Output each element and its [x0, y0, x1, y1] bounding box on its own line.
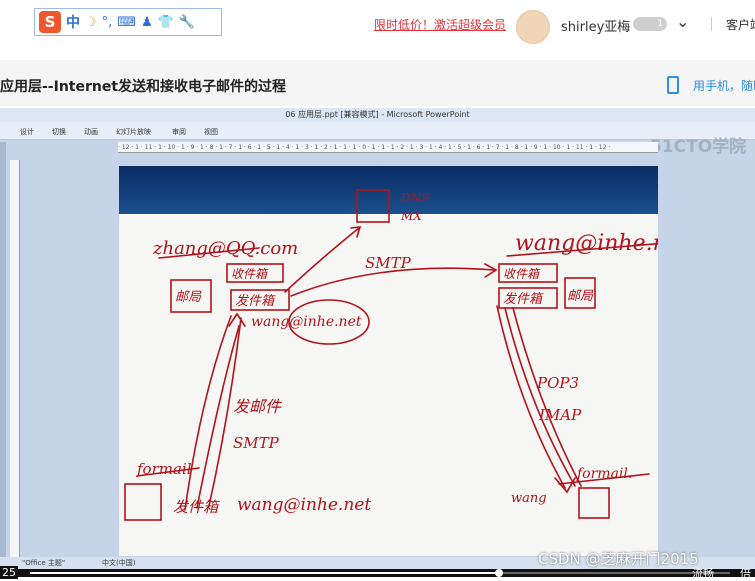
wang-right: wang	[511, 491, 547, 506]
tab-slideshow: 幻灯片放映	[116, 128, 151, 136]
tab-animations: 动画	[84, 128, 98, 136]
site-watermark: 51CTO学院	[650, 137, 747, 157]
email-left: zhang@QQ.com	[152, 238, 298, 259]
shirt-icon[interactable]: 👕	[158, 15, 174, 30]
user-right-box	[578, 487, 610, 519]
video-player[interactable]: 06 应用层.ppt [兼容模式] - Microsoft PowerPoint…	[0, 108, 755, 580]
speed-button[interactable]: 倍	[740, 565, 751, 581]
slide-canvas: DNS MX zhang@QQ.com 收件箱 发件箱 邮局 wang@inhe…	[119, 166, 658, 556]
dns-box	[356, 189, 390, 223]
horizontal-ruler: · 12 · 1 · 11 · 1 · 10 · 1 · 9 · 1 · 8 ·…	[118, 142, 658, 153]
mobile-link[interactable]: 用手机，随时	[693, 77, 755, 94]
dns-label: DNS	[400, 191, 429, 205]
phone-icon[interactable]	[667, 76, 679, 94]
outbox-left: 发件箱	[235, 294, 276, 309]
keyboard-icon[interactable]: ⌨	[117, 15, 136, 30]
video-progress-bar[interactable]: 25 流畅 倍	[0, 566, 755, 580]
user-left-box	[124, 483, 162, 521]
status-theme: "Office 主题"	[22, 559, 66, 567]
chevron-down-icon[interactable]: ⌄	[676, 12, 689, 31]
send-mail-label: 发邮件	[233, 397, 283, 416]
email-right: wang@inhe.net	[515, 231, 658, 256]
imap-label: IMAP	[538, 406, 582, 424]
person-icon[interactable]: ♟	[141, 15, 153, 30]
sogou-logo-icon[interactable]: S	[39, 11, 61, 33]
avatar[interactable]	[516, 10, 550, 44]
formail-right: formail.	[576, 466, 632, 482]
inbox-left: 收件箱	[231, 267, 269, 281]
tab-view: 视图	[204, 128, 218, 136]
path-down-2	[504, 307, 576, 487]
promo-link[interactable]: 限时低价！激活超级会员	[374, 16, 506, 33]
wang-circle-text: wang@inhe.net	[251, 314, 362, 330]
left-panel	[0, 142, 6, 562]
tab-design: 设计	[20, 128, 34, 136]
client-link[interactable]: 客户端	[726, 16, 755, 33]
user-name[interactable]: shirley亚梅	[561, 16, 630, 35]
ppt-title-bar: 06 应用层.ppt [兼容模式] - Microsoft PowerPoint	[0, 108, 755, 122]
user-level-badge: 1	[633, 17, 667, 31]
formail-left: formail	[136, 460, 192, 478]
pop3-label: POP3	[536, 374, 579, 392]
smtp-top: SMTP	[365, 254, 412, 272]
top-header: S 中 ☽ °, ⌨ ♟ 👕 🔧 限时低价！激活超级会员 shirley亚梅 1…	[0, 0, 755, 55]
path-up-1	[184, 315, 232, 511]
mail-office-left: 邮局	[175, 290, 202, 305]
outbox-bottom: 发件箱	[173, 498, 221, 516]
path-down-1	[496, 305, 566, 489]
punctuation-icon[interactable]: °,	[102, 15, 113, 30]
status-lang: 中文(中国)	[102, 559, 136, 567]
ppt-ribbon: 设计 切换 动画 幻灯片放映 审阅 视图	[0, 122, 755, 140]
csdn-watermark: CSDN @芝麻开门2015	[538, 550, 699, 568]
moon-icon[interactable]: ☽	[85, 15, 97, 30]
divider	[711, 17, 712, 31]
mx-label: MX	[400, 209, 422, 223]
arrow-smtp	[290, 267, 495, 297]
mail-office-right: 邮局	[567, 289, 594, 304]
wrench-icon[interactable]: 🔧	[179, 15, 195, 30]
inbox-right: 收件箱	[503, 267, 541, 281]
outbox-right: 发件箱	[503, 292, 544, 307]
ime-mode-toggle[interactable]: 中	[66, 12, 80, 32]
tab-transitions: 切换	[52, 128, 66, 136]
ink-annotations: DNS MX zhang@QQ.com 收件箱 发件箱 邮局 wang@inhe…	[124, 189, 658, 521]
tab-review: 审阅	[172, 128, 186, 136]
progress-knob[interactable]	[495, 569, 503, 577]
wang-bottom: wang@inhe.net	[237, 495, 371, 515]
page-title: 应用层--Internet发送和接收电子邮件的过程	[0, 79, 287, 95]
time-label: 25	[0, 566, 18, 579]
ime-toolbar[interactable]: S 中 ☽ °, ⌨ ♟ 👕 🔧	[34, 8, 222, 36]
smtp-mid: SMTP	[233, 434, 280, 452]
progress-played	[30, 572, 499, 574]
vertical-ruler	[10, 160, 20, 560]
